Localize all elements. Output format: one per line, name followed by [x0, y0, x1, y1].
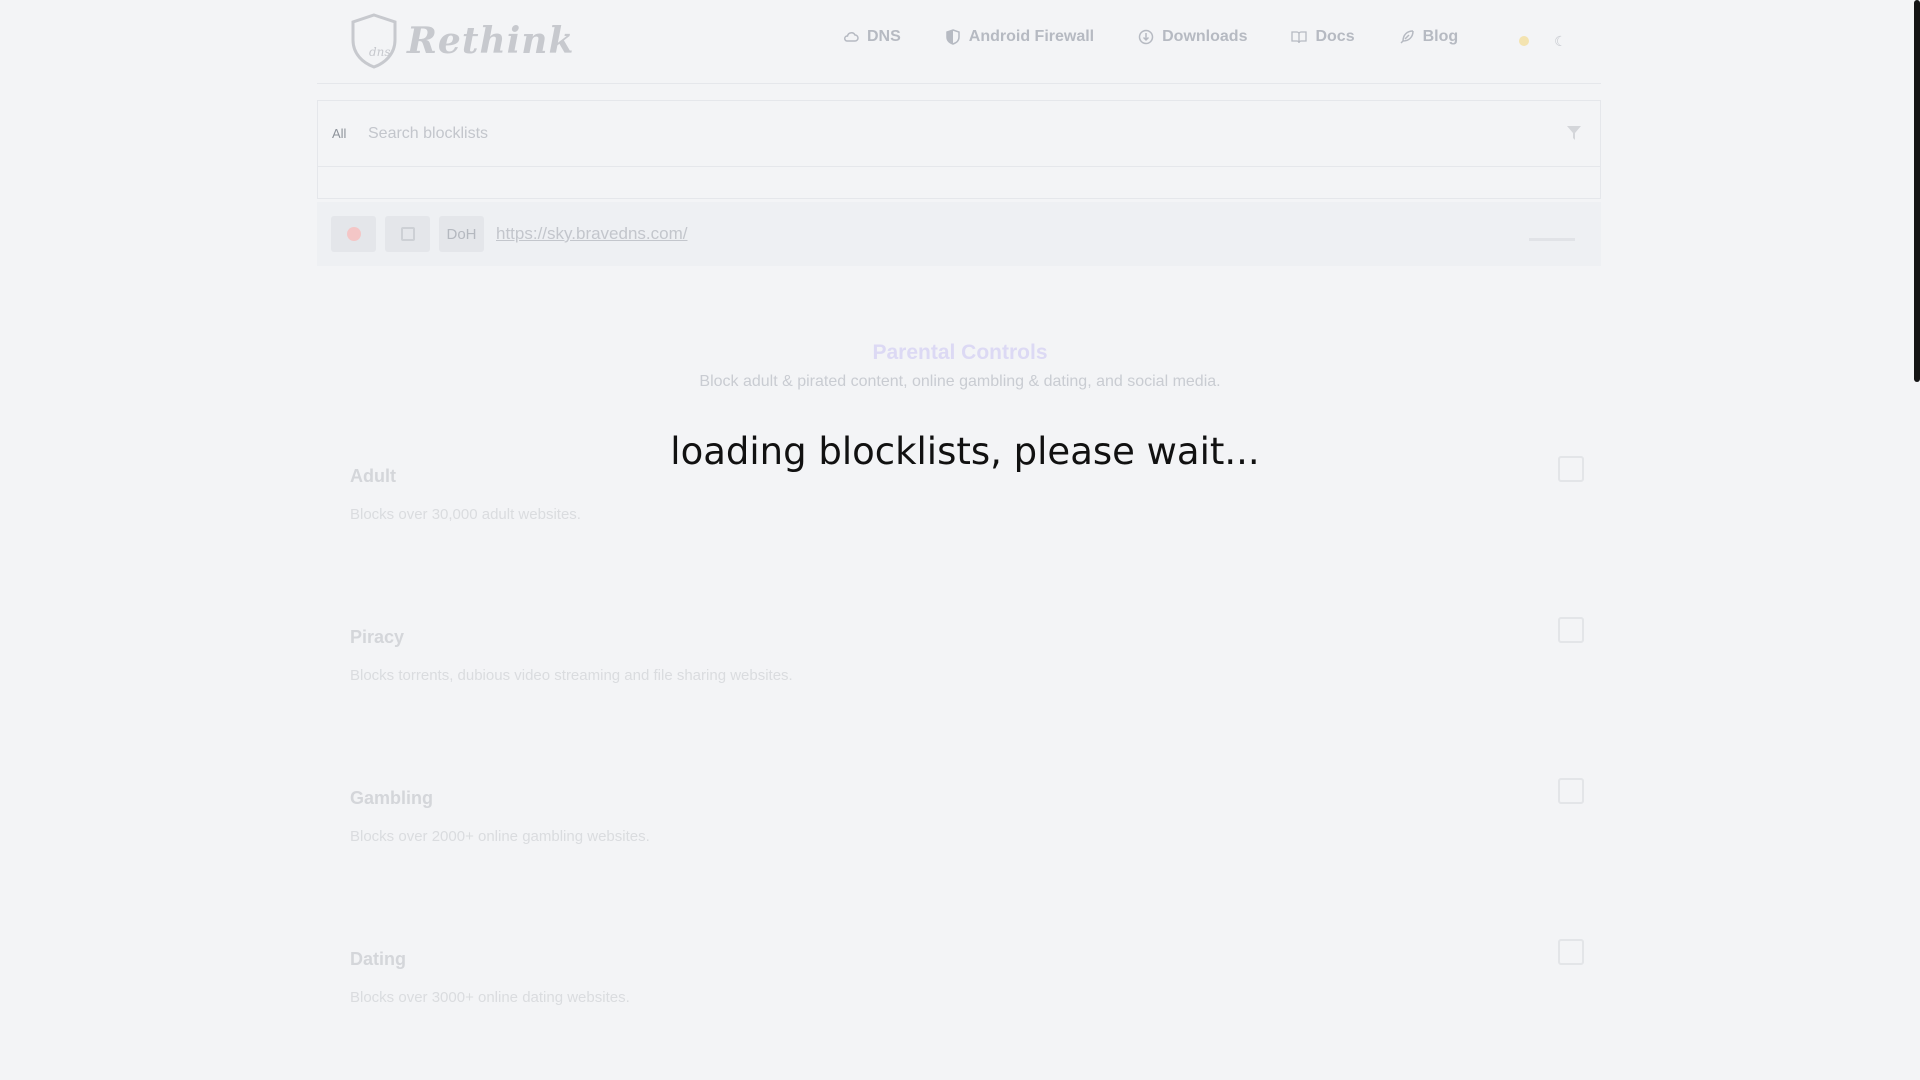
item-title: Piracy [350, 627, 405, 647]
item-description: Blocks over 3000+ online dating websites… [350, 989, 630, 1006]
blocklist-search: All [317, 100, 1601, 167]
cloud-icon [844, 32, 859, 42]
protocol-button[interactable]: DoH [439, 216, 484, 252]
moon-icon: ☾ [1554, 32, 1567, 49]
nav-label: Android Firewall [968, 28, 1095, 45]
sun-icon [1519, 36, 1530, 46]
protocol-label: DoH [446, 225, 477, 243]
endpoint-url-link[interactable]: https://sky.bravedns.com/ [496, 224, 687, 244]
item-description: Blocks over 2000+ online gambling websit… [350, 828, 650, 845]
copy-button[interactable] [385, 216, 430, 252]
nav-item-dns[interactable]: DNS [843, 28, 901, 46]
feather-icon [1400, 30, 1414, 44]
shield-logo-icon: dns [351, 13, 397, 69]
theme-toggle[interactable]: ☾ [1507, 28, 1579, 54]
nav-item-android-firewall[interactable]: Android Firewall [945, 28, 1094, 46]
endpoint-divider [1529, 238, 1575, 241]
nav-item-blog[interactable]: Blog [1399, 28, 1459, 46]
main-nav: DNS Android Firewall Downloads Docs Blog [843, 28, 1502, 46]
item-checkbox[interactable] [1558, 617, 1584, 643]
search-scope-label[interactable]: All [332, 126, 346, 141]
list-item-gambling: Gambling Blocks over 2000+ online gambli… [350, 778, 1584, 908]
search-input[interactable] [368, 115, 1518, 153]
logo-text: Rethink [407, 20, 575, 62]
section-subtitle: Block adult & pirated content, online ga… [699, 373, 1221, 390]
nav-label: Docs [1315, 28, 1355, 45]
list-item-dating: Dating Blocks over 3000+ online dating w… [350, 939, 1584, 1069]
list-item-piracy: Piracy Blocks torrents, dubious video st… [350, 617, 1584, 747]
status-dot-icon [346, 227, 361, 241]
logo[interactable]: dns Rethink [347, 12, 574, 70]
list-item-adult: Adult Blocks over 30,000 adult websites. [350, 456, 1584, 586]
copy-icon [400, 227, 415, 241]
loading-message: loading blocklists, please wait... [670, 430, 1260, 473]
section-title: Parental Controls [872, 341, 1048, 364]
item-description: Blocks torrents, dubious video streaming… [350, 667, 793, 684]
endpoint-row: DoH https://sky.bravedns.com/ [317, 202, 1601, 266]
nav-label: Downloads [1162, 28, 1248, 45]
nav-label: Blog [1422, 28, 1459, 45]
logo-badge: dns [369, 45, 391, 59]
item-title: Dating [350, 949, 406, 969]
page: dns Rethink DNS Android Firewall Downloa… [0, 0, 1920, 1080]
scrollbar-thumb[interactable] [1914, 0, 1920, 382]
item-checkbox[interactable] [1558, 939, 1584, 965]
nav-label: DNS [867, 28, 901, 45]
filter-icon[interactable] [1564, 123, 1584, 143]
nav-item-downloads[interactable]: Downloads [1138, 28, 1247, 46]
status-button[interactable] [331, 216, 376, 252]
item-checkbox[interactable] [1558, 778, 1584, 804]
book-icon [1291, 31, 1308, 44]
search-results-bar [317, 167, 1601, 199]
download-circle-icon [1138, 29, 1154, 45]
item-description: Blocks over 30,000 adult websites. [350, 506, 581, 523]
nav-item-docs[interactable]: Docs [1291, 28, 1355, 46]
item-title: Gambling [350, 788, 434, 808]
site-header: dns Rethink DNS Android Firewall Downloa… [317, 0, 1601, 84]
shield-half-icon [946, 29, 960, 45]
